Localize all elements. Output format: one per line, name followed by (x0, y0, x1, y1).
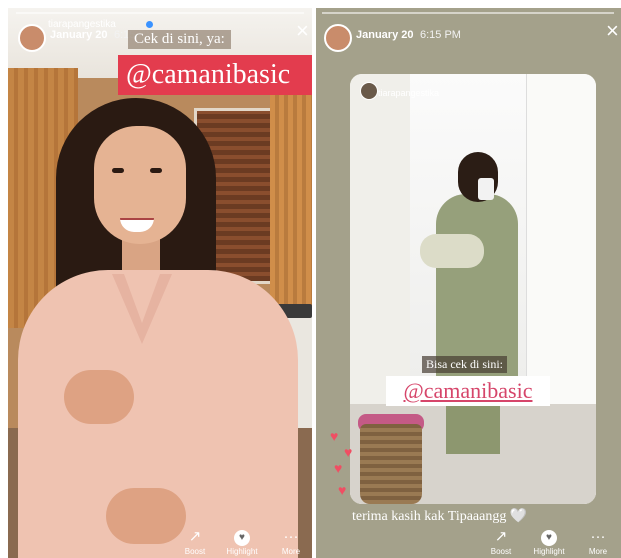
more-icon: ··· (283, 528, 299, 545)
boost-icon: ↗ (188, 528, 202, 545)
person-eye-right (150, 168, 162, 173)
boost-button[interactable]: ↗ Boost (476, 528, 526, 556)
heart-icon: ♥ (330, 428, 339, 444)
highlight-button[interactable]: ♥ Highlight (524, 527, 574, 556)
mirror-baby (420, 234, 484, 268)
person-eye-left (112, 168, 124, 173)
reshared-story-card[interactable] (350, 74, 596, 504)
more-label: More (588, 547, 608, 556)
boost-label: Boost (490, 547, 512, 556)
embedded-avatar (360, 82, 378, 100)
sticker-label: Cek di sini, ya: (128, 30, 231, 49)
story-panel-right: January 20 6:15 PM × tiarapangestika Bis… (316, 8, 621, 558)
heart-icon: ♥ (334, 460, 343, 476)
highlight-button[interactable]: ♥ Highlight (217, 527, 267, 556)
highlight-heart-icon: ♥ (234, 530, 250, 546)
highlight-label: Highlight (533, 547, 565, 556)
highlight-heart-icon: ♥ (541, 530, 557, 546)
story-date: January 20 (50, 29, 108, 41)
avatar[interactable] (18, 24, 46, 52)
basket (360, 424, 422, 504)
embedded-sticker-label: Bisa cek di sini: (422, 356, 507, 373)
story-date: January 20 (356, 29, 414, 41)
close-icon[interactable]: × (606, 20, 619, 42)
close-icon[interactable]: × (296, 20, 309, 42)
shelf-background (270, 88, 312, 308)
boost-icon: ↗ (494, 528, 508, 545)
more-icon: ··· (590, 528, 606, 545)
story-panel-left: tiarapangestika January 20 6:15 PM × Cek… (8, 8, 312, 558)
story-progress-bar (322, 12, 614, 14)
avatar[interactable] (324, 24, 352, 52)
heart-icon: ♥ (338, 482, 347, 498)
story-caption: terima kasih kak Tipaaangg 🤍 (352, 509, 528, 524)
more-button[interactable]: ··· More (266, 528, 312, 556)
story-progress-bar (16, 12, 304, 14)
mention-sticker[interactable]: @camanibasic (118, 55, 312, 95)
more-button[interactable]: ··· More (573, 528, 621, 556)
person-hand-upper (64, 370, 134, 424)
embedded-username: tiarapangestika (378, 88, 440, 98)
phone-icon (478, 178, 494, 200)
story-time: 6:15 PM (420, 29, 461, 41)
mention-sticker[interactable]: @camanibasic (386, 376, 550, 406)
highlight-label: Highlight (226, 547, 258, 556)
verified-badge-icon (146, 21, 153, 28)
heart-icon: ♥ (344, 444, 353, 460)
boost-label: Boost (184, 547, 206, 556)
more-label: More (281, 547, 301, 556)
boost-button[interactable]: ↗ Boost (170, 528, 220, 556)
